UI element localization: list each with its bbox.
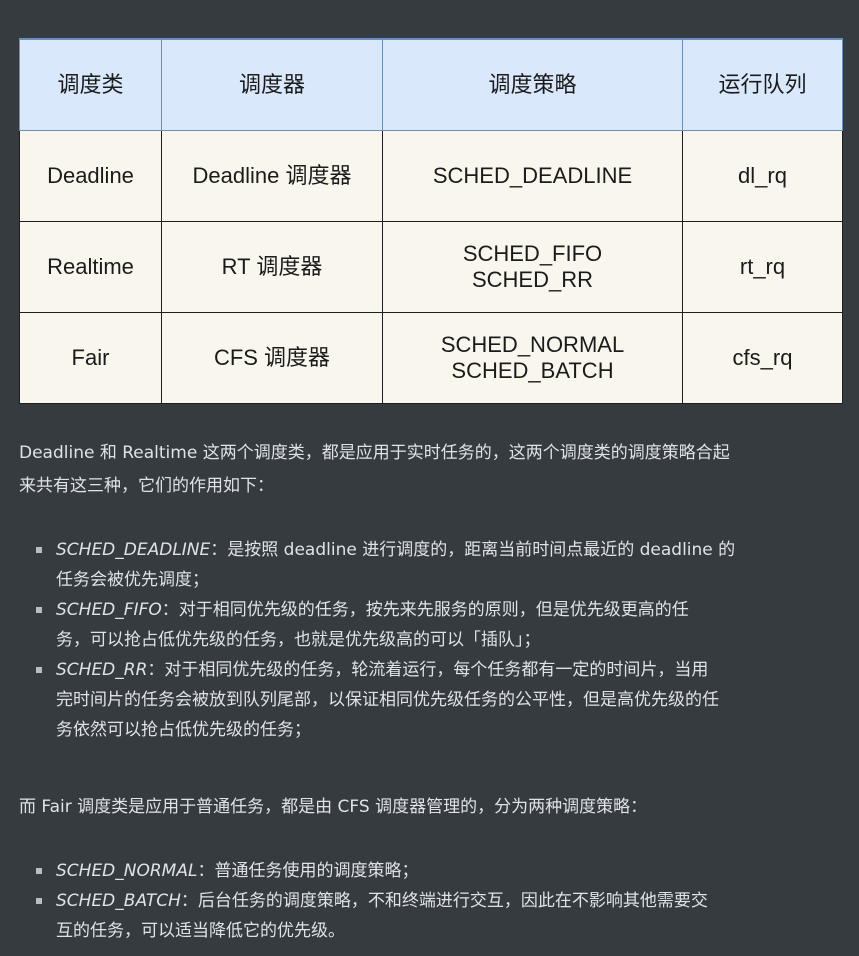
cell-scheduler: RT 调度器 — [161, 221, 383, 313]
table-row: Realtime RT 调度器 SCHED_FIFO SCHED_RR rt_r… — [19, 221, 843, 313]
item-text: ：是按照 deadline 进行调度的，距离当前时间点最近的 deadline … — [210, 540, 736, 560]
policy-name: SCHED_FIFO — [462, 241, 603, 266]
cell-scheduler: Deadline 调度器 — [161, 130, 383, 222]
realtime-policy-list: SCHED_DEADLINE：是按照 deadline 进行调度的，距离当前时间… — [36, 535, 844, 745]
table-header-row: 调度类 调度器 调度策略 运行队列 — [19, 38, 843, 131]
cell-queue: cfs_rq — [682, 312, 843, 404]
bullet-icon — [36, 547, 42, 553]
cell-queue: rt_rq — [682, 221, 843, 313]
header-policy: 调度策略 — [382, 38, 683, 131]
header-class: 调度类 — [19, 38, 162, 131]
header-scheduler: 调度器 — [161, 38, 383, 131]
item-text: 任务会被优先调度； — [56, 570, 209, 590]
list-item: SCHED_NORMAL：普通任务使用的调度策略； — [36, 856, 844, 886]
cell-class: Deadline — [19, 130, 162, 222]
cell-policy: SCHED_FIFO SCHED_RR — [382, 221, 683, 313]
table-row: Fair CFS 调度器 SCHED_NORMAL SCHED_BATCH cf… — [19, 312, 843, 404]
list-item: SCHED_RR：对于相同优先级的任务，轮流着运行，每个任务都有一定的时间片，当… — [36, 655, 844, 745]
item-text: ：对于相同优先级的任务，轮流着运行，每个任务都有一定的时间片，当用 — [147, 660, 709, 680]
cell-policy: SCHED_DEADLINE — [382, 130, 683, 222]
policy-name: SCHED_RR — [471, 267, 594, 292]
policy-term: SCHED_NORMAL — [56, 861, 198, 881]
bullet-icon — [36, 898, 42, 904]
cell-policy: SCHED_NORMAL SCHED_BATCH — [382, 312, 683, 404]
list-item: SCHED_FIFO：对于相同优先级的任务，按先来先服务的原则，但是优先级更高的… — [36, 595, 844, 655]
item-text: ：普通任务使用的调度策略； — [197, 861, 419, 881]
policy-term: SCHED_RR — [56, 660, 148, 680]
item-text: 务依然可以抢占低优先级的任务； — [56, 720, 311, 740]
item-text: ：后台任务的调度策略，不和终端进行交互，因此在不影响其他需要交 — [180, 891, 708, 911]
policy-term: SCHED_BATCH — [56, 891, 181, 911]
list-item: SCHED_BATCH：后台任务的调度策略，不和终端进行交互，因此在不影响其他需… — [36, 886, 844, 946]
intro-line: 来共有这三种，它们的作用如下： — [19, 476, 274, 496]
policy-term: SCHED_DEADLINE — [56, 540, 211, 560]
item-text: 互的任务，可以适当降低它的优先级。 — [56, 921, 345, 941]
bullet-icon — [36, 667, 42, 673]
bullet-icon — [36, 607, 42, 613]
item-text: 务，可以抢占低优先级的任务，也就是优先级高的可以「插队」； — [56, 630, 541, 650]
table-row: Deadline Deadline 调度器 SCHED_DEADLINE dl_… — [19, 130, 843, 222]
intro-paragraph: Deadline 和 Realtime 这两个调度类，都是应用于实时任务的，这两… — [19, 437, 845, 503]
policy-name: SCHED_BATCH — [451, 358, 614, 383]
cell-scheduler: CFS 调度器 — [161, 312, 383, 404]
item-text: 完时间片的任务会被放到队列尾部，以保证相同优先级任务的公平性，但是高优先级的任 — [56, 690, 719, 710]
item-text: ：对于相同优先级的任务，按先来先服务的原则，但是优先级更高的任 — [161, 600, 689, 620]
policy-name: SCHED_NORMAL — [440, 332, 625, 357]
document-page: 调度类 调度器 调度策略 运行队列 Deadline Deadline 调度器 … — [0, 0, 859, 956]
cell-class: Realtime — [19, 221, 162, 313]
intro-line: Deadline 和 Realtime 这两个调度类，都是应用于实时任务的，这两… — [19, 443, 730, 463]
policy-term: SCHED_FIFO — [56, 600, 162, 620]
policy-name: SCHED_DEADLINE — [432, 163, 633, 188]
scheduler-table: 调度类 调度器 调度策略 运行队列 Deadline Deadline 调度器 … — [19, 38, 843, 404]
list-item: SCHED_DEADLINE：是按照 deadline 进行调度的，距离当前时间… — [36, 535, 844, 595]
fair-paragraph: 而 Fair 调度类是应用于普通任务，都是由 CFS 调度器管理的，分为两种调度… — [19, 797, 648, 817]
header-queue: 运行队列 — [682, 38, 843, 131]
cell-class: Fair — [19, 312, 162, 404]
fair-policy-list: SCHED_NORMAL：普通任务使用的调度策略； SCHED_BATCH：后台… — [36, 856, 844, 946]
cell-queue: dl_rq — [682, 130, 843, 222]
bullet-icon — [36, 868, 42, 874]
